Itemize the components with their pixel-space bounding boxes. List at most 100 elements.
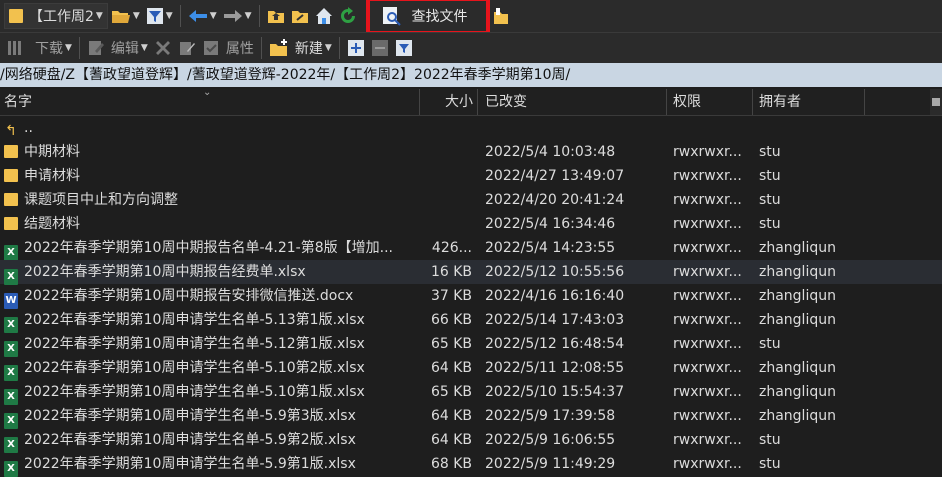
select-remove-button[interactable] xyxy=(368,35,392,61)
folder-row[interactable]: 结题材料 2022/5/4 16:34:46 rwxrwxr... stu xyxy=(0,212,942,236)
main-toolbar: 【工作周2 ▼ ▼ ▼ ▼ ▼ 查找文件 xyxy=(0,0,942,35)
parent-folder-icon: ↰ xyxy=(5,123,17,139)
file-row[interactable]: X 2022年春季学期第10周申请学生名单-5.9第1版.xlsx 68 KB 202… xyxy=(0,452,942,477)
file-name-cell: W 2022年春季学期第10周中期报告安排微信推送.docx xyxy=(4,284,420,309)
find-files-button[interactable]: 查找文件 xyxy=(365,0,490,35)
file-modified: 2022/4/20 20:41:24 xyxy=(485,192,625,208)
refresh-button[interactable] xyxy=(336,3,360,29)
drive-selector[interactable]: 【工作周2 ▼ xyxy=(4,3,108,29)
file-owner: zhangliqun xyxy=(759,288,836,304)
file-modified: 2022/5/10 15:54:37 xyxy=(485,384,625,400)
file-name: 2022年春季学期第10周申请学生名单-5.9第1版.xlsx xyxy=(24,456,356,472)
properties-label: 属性 xyxy=(225,41,254,57)
file-row[interactable]: X 2022年春季学期第10周申请学生名单-5.13第1版.xlsx 66 KB 20… xyxy=(0,308,942,333)
delete-button[interactable] xyxy=(151,35,175,61)
column-permissions-label: 权限 xyxy=(673,94,701,110)
file-name: 2022年春季学期第10周申请学生名单-5.9第2版.xlsx xyxy=(24,432,356,448)
file-owner: stu xyxy=(759,192,781,208)
properties-button[interactable]: 属性 xyxy=(199,35,257,61)
chevron-down-icon: ▼ xyxy=(95,11,103,21)
scrollbar-top[interactable] xyxy=(930,89,942,115)
folder-row[interactable]: 申请材料 2022/4/27 13:49:07 rwxrwxr... stu xyxy=(0,164,942,188)
file-name: 2022年春季学期第10周申请学生名单-5.13第1版.xlsx xyxy=(24,312,365,328)
excel-file-icon: X xyxy=(4,437,18,453)
chevron-down-icon: ▼ xyxy=(209,11,217,21)
file-permissions: rwxrwxr... xyxy=(673,264,742,280)
select-filter-button[interactable] xyxy=(392,35,416,61)
file-row[interactable]: X 2022年春季学期第10周申请学生名单-5.9第3版.xlsx 64 KB 202… xyxy=(0,404,942,429)
file-owner: zhangliqun xyxy=(759,360,836,376)
toolbar-divider xyxy=(260,37,262,59)
file-row[interactable]: X 2022年春季学期第10周申请学生名单-5.12第1版.xlsx 65 KB 20… xyxy=(0,332,942,357)
column-header-owner[interactable]: 拥有者 xyxy=(753,89,865,115)
back-button[interactable]: ▼ xyxy=(185,3,220,29)
select-add-button[interactable] xyxy=(344,35,368,61)
file-row[interactable]: X 2022年春季学期第10周中期报告经费单.xlsx 16 KB 2022/5/12… xyxy=(0,260,942,285)
file-size: 426... xyxy=(431,240,472,256)
file-name-cell: X 2022年春季学期第10周申请学生名单-5.13第1版.xlsx xyxy=(4,308,420,333)
file-permissions: rwxrwxr... xyxy=(673,360,742,376)
file-name-cell: 申请材料 xyxy=(4,164,420,188)
download-button[interactable]: 下载 ▼ xyxy=(4,35,75,61)
file-permissions: rwxrwxr... xyxy=(673,432,742,448)
folder-open-icon xyxy=(111,11,130,23)
excel-file-icon: X xyxy=(4,317,18,333)
root-folder-button[interactable] xyxy=(288,3,312,29)
forward-button[interactable]: ▼ xyxy=(220,3,255,29)
bookmark-icon xyxy=(493,8,508,24)
toolbar-divider xyxy=(78,37,80,59)
filter-button[interactable]: ▼ xyxy=(143,3,176,29)
rename-button[interactable] xyxy=(175,35,199,61)
file-permissions: rwxrwxr... xyxy=(673,384,742,400)
column-header-name[interactable]: 名字 ⌄ xyxy=(0,87,420,115)
file-modified: 2022/5/4 14:23:55 xyxy=(485,240,616,256)
file-name-cell: X 2022年春季学期第10周中期报告名单-4.21-第8版【增加... xyxy=(4,236,420,261)
file-name: 2022年春季学期第10周中期报告名单-4.21-第8版【增加... xyxy=(24,240,393,256)
folder-icon xyxy=(4,193,18,206)
new-button[interactable]: 新建 ▼ xyxy=(266,35,335,61)
file-row[interactable]: X 2022年春季学期第10周申请学生名单-5.9第2版.xlsx 64 KB 202… xyxy=(0,428,942,453)
file-owner: stu xyxy=(759,168,781,184)
folder-row[interactable]: 中期材料 2022/5/4 10:03:48 rwxrwxr... stu xyxy=(0,140,942,164)
file-owner: zhangliqun xyxy=(759,312,836,328)
file-name: 申请材料 xyxy=(24,168,80,184)
file-permissions: rwxrwxr... xyxy=(673,216,742,232)
file-name-cell: 课题项目中止和方向调整 xyxy=(4,188,420,212)
column-header-permissions[interactable]: 权限 xyxy=(667,89,753,115)
word-file-icon: W xyxy=(4,293,18,309)
bookmark-button[interactable] xyxy=(490,3,512,29)
home-button[interactable] xyxy=(312,3,336,29)
excel-file-icon: X xyxy=(4,389,18,405)
file-owner: stu xyxy=(759,336,781,352)
excel-file-icon: X xyxy=(4,245,18,261)
scroll-thumb[interactable] xyxy=(932,98,940,106)
file-row[interactable]: X 2022年春季学期第10周申请学生名单-5.10第1版.xlsx 65 KB 20… xyxy=(0,380,942,405)
address-path[interactable]: /网络硬盘/Z【蓍政望道登辉】/蓍政望道登辉-2022年/【工作周2】2022年… xyxy=(0,63,942,87)
file-owner: stu xyxy=(759,432,781,448)
chevron-down-icon: ▼ xyxy=(132,11,140,21)
file-modified: 2022/4/16 16:16:40 xyxy=(485,288,625,304)
column-owner-label: 拥有者 xyxy=(759,94,801,110)
file-name-cell: ↰.. xyxy=(4,116,420,140)
file-size: 16 KB xyxy=(430,264,472,280)
file-row[interactable]: W 2022年春季学期第10周中期报告安排微信推送.docx 37 KB 2022/4… xyxy=(0,284,942,309)
file-list-header: 名字 ⌄ 大小 已改变 权限 拥有者 xyxy=(0,87,942,116)
file-row[interactable]: X 2022年春季学期第10周中期报告名单-4.21-第8版【增加... 426..… xyxy=(0,236,942,261)
edit-button[interactable]: 编辑 ▼ xyxy=(84,35,151,61)
parent-folder-button[interactable] xyxy=(264,3,288,29)
folder-row[interactable]: ↰.. xyxy=(0,116,942,140)
toolbar-divider xyxy=(179,5,181,27)
column-header-size[interactable]: 大小 xyxy=(420,89,478,115)
file-row[interactable]: X 2022年春季学期第10周申请学生名单-5.10第2版.xlsx 64 KB 20… xyxy=(0,356,942,381)
filter-icon xyxy=(395,40,412,56)
parent-folder-icon xyxy=(267,11,284,23)
column-header-modified[interactable]: 已改变 xyxy=(478,89,667,115)
file-modified: 2022/5/11 12:08:55 xyxy=(485,360,625,376)
folder-icon xyxy=(4,145,18,158)
file-permissions: rwxrwxr... xyxy=(673,288,742,304)
back-arrow-icon xyxy=(188,10,207,22)
find-files-label: 查找文件 xyxy=(411,9,468,25)
folder-row[interactable]: 课题项目中止和方向调整 2022/4/20 20:41:24 rwxrwxr... s… xyxy=(0,188,942,212)
toolbar-divider xyxy=(258,5,260,27)
open-folder-button[interactable]: ▼ xyxy=(108,3,143,29)
